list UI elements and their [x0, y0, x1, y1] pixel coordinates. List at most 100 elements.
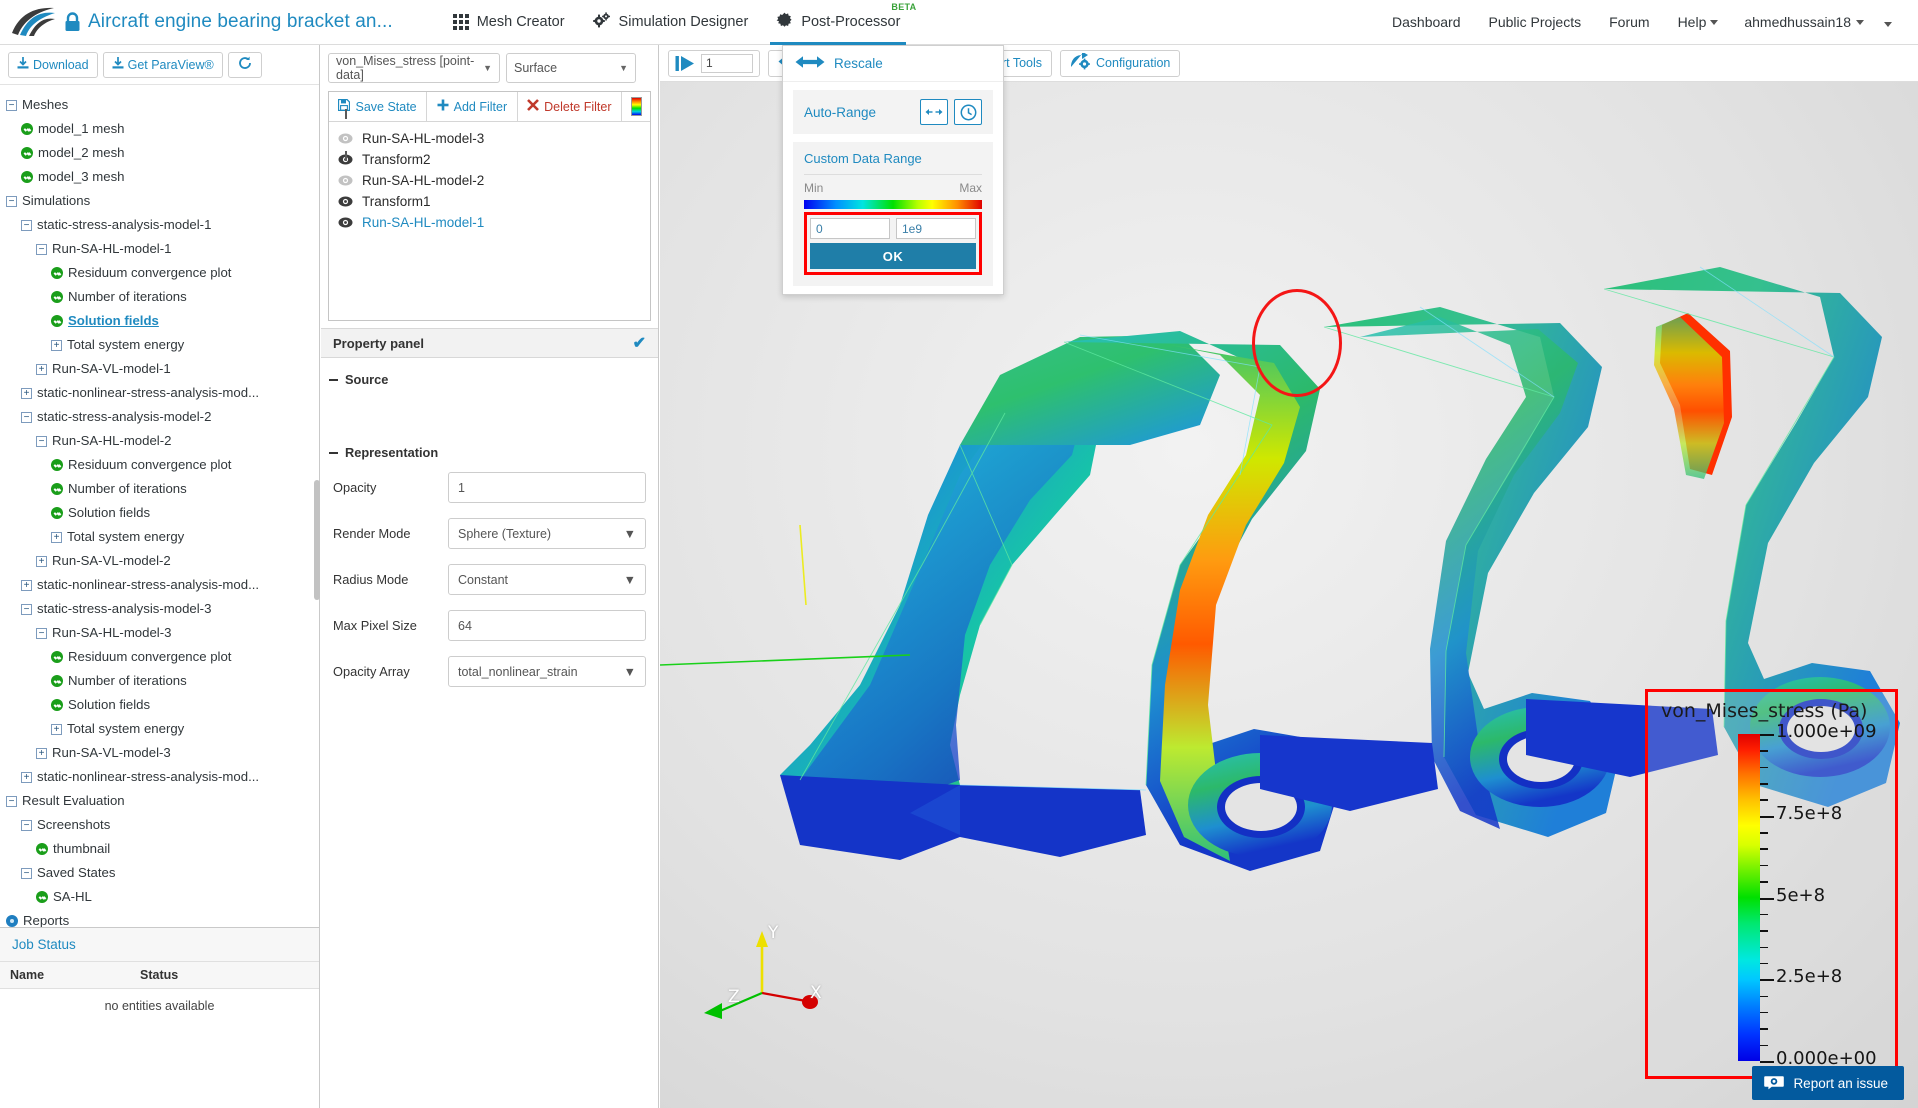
tree-node[interactable]: model_1 mesh — [0, 117, 319, 141]
collapse-icon[interactable]: − — [36, 244, 47, 255]
tree-node[interactable]: +static-nonlinear-stress-analysis-mod... — [0, 573, 319, 597]
property-select[interactable]: total_nonlinear_strain▼ — [448, 656, 646, 687]
tree-node[interactable]: model_2 mesh — [0, 141, 319, 165]
pipeline-item[interactable]: Run-SA-HL-model-2 — [329, 170, 650, 191]
eye-hidden-icon[interactable] — [338, 133, 353, 144]
user-menu[interactable]: ahmedhussain18 — [1732, 14, 1876, 30]
collapse-icon[interactable]: − — [6, 796, 17, 807]
tree-node[interactable]: Residuum convergence plot — [0, 261, 319, 285]
range-max-input[interactable] — [896, 218, 976, 239]
eye-hidden-icon[interactable] — [338, 175, 353, 186]
collapse-icon[interactable]: − — [36, 436, 47, 447]
expand-icon[interactable]: + — [51, 532, 62, 543]
tree-node[interactable]: −Screenshots — [0, 813, 319, 837]
tree-scrollbar[interactable] — [314, 480, 320, 600]
tree-node[interactable]: +static-nonlinear-stress-analysis-mod... — [0, 381, 319, 405]
timestep-input[interactable] — [701, 54, 753, 73]
tree-node[interactable]: −Saved States — [0, 861, 319, 885]
section-representation[interactable]: Representation — [321, 431, 658, 466]
get-paraview-button[interactable]: Get ParaView® — [103, 52, 223, 78]
section-source[interactable]: Source — [321, 358, 658, 393]
tree-node[interactable]: Reports — [0, 909, 319, 927]
clock-icon[interactable] — [954, 99, 982, 125]
project-tree[interactable]: −Meshesmodel_1 meshmodel_2 meshmodel_3 m… — [0, 85, 319, 927]
nav-link-public-projects[interactable]: Public Projects — [1475, 14, 1596, 30]
play-icon[interactable] — [675, 55, 695, 72]
pipeline-item[interactable]: Run-SA-HL-model-3 — [329, 128, 650, 149]
expand-icon[interactable]: + — [21, 388, 32, 399]
tree-node[interactable]: +Run-SA-VL-model-1 — [0, 357, 319, 381]
nav-link-help[interactable]: Help — [1664, 14, 1733, 30]
configuration-button[interactable]: Configuration — [1060, 50, 1180, 77]
download-button[interactable]: Download — [8, 52, 98, 78]
pipeline-list[interactable]: Run-SA-HL-model-3Transform2Run-SA-HL-mod… — [329, 122, 650, 233]
tree-node[interactable]: Number of iterations — [0, 285, 319, 309]
collapse-icon[interactable]: − — [21, 820, 32, 831]
tree-node[interactable]: Solution fields — [0, 501, 319, 525]
tree-node[interactable]: +Run-SA-VL-model-3 — [0, 741, 319, 765]
property-select[interactable]: Sphere (Texture)▼ — [448, 518, 646, 549]
tree-node[interactable]: −static-stress-analysis-model-3 — [0, 597, 319, 621]
simscale-logo-icon[interactable] — [10, 7, 56, 37]
collapse-icon[interactable]: − — [6, 196, 17, 207]
range-arrows-icon[interactable] — [920, 99, 948, 125]
tree-node[interactable]: −Simulations — [0, 189, 319, 213]
eye-visible-icon[interactable] — [338, 217, 353, 228]
collapse-icon[interactable]: − — [21, 604, 32, 615]
check-icon[interactable]: ✔ — [633, 333, 646, 353]
overflow-menu-button[interactable] — [1876, 15, 1910, 30]
tree-node[interactable]: Solution fields — [0, 309, 319, 333]
page-title[interactable]: Aircraft engine bearing bracket an... — [88, 11, 393, 33]
collapse-icon[interactable]: − — [21, 412, 32, 423]
nav-link-forum[interactable]: Forum — [1595, 14, 1663, 30]
tab-simulation-designer[interactable]: Simulation Designer — [579, 0, 763, 45]
range-min-input[interactable] — [810, 218, 890, 239]
add-filter-button[interactable]: Add Filter — [427, 92, 517, 121]
tree-node[interactable]: model_3 mesh — [0, 165, 319, 189]
expand-icon[interactable]: + — [36, 748, 47, 759]
property-input[interactable]: 1 — [448, 472, 646, 503]
tree-node[interactable]: SA-HL — [0, 885, 319, 909]
collapse-icon[interactable]: − — [6, 100, 17, 111]
expand-icon[interactable]: + — [21, 772, 32, 783]
scalar-array-select[interactable]: von_Mises_stress [point-data] ▼ — [328, 53, 500, 83]
eye-visible-icon[interactable] — [338, 196, 353, 207]
report-issue-button[interactable]: Report an issue — [1752, 1066, 1904, 1100]
tree-node[interactable]: Solution fields — [0, 693, 319, 717]
tree-node[interactable]: −Run-SA-HL-model-3 — [0, 621, 319, 645]
tree-node[interactable]: −Meshes — [0, 93, 319, 117]
collapse-icon[interactable]: − — [36, 628, 47, 639]
tree-node[interactable]: +static-nonlinear-stress-analysis-mod... — [0, 765, 319, 789]
ok-button[interactable]: OK — [810, 243, 976, 269]
collapse-icon[interactable]: − — [21, 868, 32, 879]
tree-node[interactable]: +Total system energy — [0, 717, 319, 741]
property-select[interactable]: Constant▼ — [448, 564, 646, 595]
representation-select[interactable]: Surface ▼ — [506, 53, 636, 83]
tree-node[interactable]: +Total system energy — [0, 333, 319, 357]
tree-node[interactable]: −Run-SA-HL-model-2 — [0, 429, 319, 453]
pipeline-item[interactable]: Transform1 — [329, 191, 650, 212]
tree-node[interactable]: +Total system energy — [0, 525, 319, 549]
tree-node[interactable]: Number of iterations — [0, 669, 319, 693]
collapse-icon[interactable]: − — [21, 220, 32, 231]
tree-node[interactable]: Number of iterations — [0, 477, 319, 501]
render-viewport[interactable]: Rescale Viewport Tools — [660, 45, 1918, 1108]
tree-node[interactable]: Residuum convergence plot — [0, 645, 319, 669]
expand-icon[interactable]: + — [36, 556, 47, 567]
refresh-button[interactable] — [228, 52, 262, 78]
tab-post-processor[interactable]: Post-Processor BETA — [762, 0, 914, 45]
expand-icon[interactable]: + — [36, 364, 47, 375]
tab-mesh-creator[interactable]: Mesh Creator — [439, 0, 579, 45]
tree-node[interactable]: Residuum convergence plot — [0, 453, 319, 477]
tree-node[interactable]: −Run-SA-HL-model-1 — [0, 237, 319, 261]
expand-icon[interactable]: + — [51, 724, 62, 735]
colormap-swatch-icon[interactable] — [622, 92, 650, 121]
tree-node[interactable]: thumbnail — [0, 837, 319, 861]
tree-node[interactable]: +Run-SA-VL-model-2 — [0, 549, 319, 573]
tree-node[interactable]: −Result Evaluation — [0, 789, 319, 813]
property-input[interactable]: 64 — [448, 610, 646, 641]
tree-node[interactable]: −static-stress-analysis-model-2 — [0, 405, 319, 429]
pipeline-item[interactable]: Transform2 — [329, 149, 650, 170]
rescale-popover-header[interactable]: Rescale — [783, 46, 1003, 82]
delete-filter-button[interactable]: Delete Filter — [518, 92, 622, 121]
